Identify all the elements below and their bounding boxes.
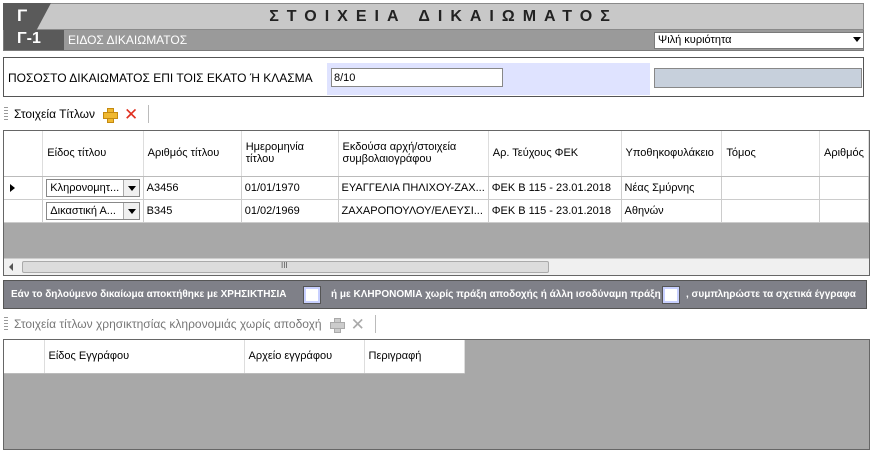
section-title-bar: Γ ΣΤΟΙΧΕΙΑ ΔΙΚΑΙΩΜΑΤΟΣ	[3, 3, 864, 30]
add-icon[interactable]	[329, 317, 345, 333]
toolbar-separator	[374, 315, 376, 333]
add-icon[interactable]	[103, 107, 119, 123]
row-selector[interactable]	[4, 176, 44, 200]
row-header-corner	[4, 340, 45, 374]
titles-table: Είδος τίτλου Αριθμός τίτλου Ημερομηνία τ…	[4, 131, 869, 223]
chevron-down-icon[interactable]	[122, 202, 139, 219]
titles-grid: Είδος τίτλου Αριθμός τίτλου Ημερομηνία τ…	[3, 130, 870, 276]
documents-toolbar-label: Στοιχεία τίτλων χρησικτησίας κληρονομιάς…	[14, 317, 322, 331]
col-header-date[interactable]: Ημερομηνία τίτλου	[241, 131, 339, 177]
cell-type[interactable]: Δικαστική Α...	[42, 199, 144, 223]
toolbar-grip[interactable]	[4, 107, 8, 121]
cell-num[interactable]	[819, 176, 869, 200]
col-header-number[interactable]: Αριθμός τίτλου	[143, 131, 242, 177]
row-selector[interactable]	[4, 199, 44, 223]
col-header-description[interactable]: Περιγραφή	[364, 340, 465, 374]
scroll-left-icon[interactable]	[9, 263, 13, 271]
cell-registry[interactable]: Αθηνών	[621, 199, 723, 223]
cell-volume[interactable]	[721, 199, 821, 223]
toolbar-separator	[148, 105, 150, 123]
cell-fek[interactable]: ΦΕΚ Β 115 - 23.01.2018	[488, 176, 622, 200]
cell-type[interactable]: Κληρονομητ...	[42, 176, 144, 200]
delete-icon[interactable]: ✕	[351, 316, 365, 333]
current-row-icon	[10, 183, 15, 192]
percentage-label: ΠΟΣΟΣΤΟ ΔΙΚΑΙΩΜΑΤΟΣ ΕΠΙ ΤΟΙΣ ΕΚΑΤΟ Ή ΚΛΑ…	[8, 71, 313, 85]
col-header-document-type[interactable]: Είδος Εγγράφου	[44, 340, 245, 374]
title-type-combo[interactable]: Δικαστική Α...	[46, 201, 140, 220]
cell-authority[interactable]: ΖΑΧΑΡΟΠΟΥΛΟΥ/ΕΛΕΥΣΙ...	[338, 199, 489, 223]
info-text-1: Εάν το δηλούμενο δικαίωμα αποκτήθηκε με …	[11, 289, 287, 300]
cell-volume[interactable]	[721, 176, 821, 200]
col-header-registry[interactable]: Υποθηκοφυλάκειο	[621, 131, 723, 177]
cell-date[interactable]: 01/01/1970	[241, 176, 339, 200]
documents-table: Είδος Εγγράφου Αρχείο εγγράφου Περιγραφή	[4, 340, 465, 374]
cell-authority[interactable]: ΕΥΑΓΓΕΛΙΑ ΠΗΛΙΧΟΥ-ΖΑΧ...	[338, 176, 489, 200]
chevron-down-icon[interactable]	[122, 179, 139, 196]
right-type-label: ΕΙΔΟΣ ΔΙΚΑΙΩΜΑΤΟΣ	[68, 33, 188, 47]
chevron-down-icon[interactable]	[853, 37, 861, 42]
col-header-volume[interactable]: Τόμος	[721, 131, 821, 177]
percentage-readonly-field	[654, 68, 862, 88]
cell-number[interactable]: Α3456	[143, 176, 242, 200]
table-row[interactable]: Κληρονομητ... Α3456 01/01/1970 ΕΥΑΓΓΕΛΙΑ…	[4, 176, 869, 200]
titles-toolbar: Στοιχεία Τίτλων ✕	[0, 102, 150, 126]
subsection-bar: Γ-1 ΕΙΔΟΣ ΔΙΚΑΙΩΜΑΤΟΣ Ψιλή κυριότητα	[3, 30, 864, 51]
subsection-badge: Γ-1	[4, 30, 64, 50]
col-header-authority[interactable]: Εκδούσα αρχή/στοιχεία συμβολαιογράφου	[338, 131, 489, 177]
cell-num[interactable]	[819, 199, 869, 223]
percentage-panel: ΠΟΣΟΣΤΟ ΔΙΚΑΙΩΜΑΤΟΣ ΕΠΙ ΤΟΙΣ ΕΚΑΤΟ Ή ΚΛΑ…	[3, 57, 864, 97]
title-type-combo[interactable]: Κληρονομητ...	[46, 178, 140, 197]
prescription-checkbox[interactable]	[303, 286, 321, 304]
right-type-select[interactable]: Ψιλή κυριότητα	[654, 32, 864, 49]
row-header-corner	[4, 131, 44, 177]
col-header-fek[interactable]: Αρ. Τεύχους ΦΕΚ	[488, 131, 622, 177]
toolbar-grip[interactable]	[4, 317, 8, 331]
delete-icon[interactable]: ✕	[124, 106, 138, 123]
percentage-input[interactable]	[331, 68, 503, 87]
info-text-3: , συμπληρώστε τα σχετικά έγγραφα	[686, 289, 856, 300]
inheritance-checkbox[interactable]	[662, 286, 680, 304]
col-header-num[interactable]: Αριθμός	[819, 131, 869, 177]
section-header: Γ ΣΤΟΙΧΕΙΑ ΔΙΚΑΙΩΜΑΤΟΣ Γ-1 ΕΙΔΟΣ ΔΙΚΑΙΩΜ…	[3, 3, 864, 51]
info-bar: Εάν το δηλούμενο δικαίωμα αποκτήθηκε με …	[3, 280, 867, 309]
horizontal-scrollbar[interactable]: III	[4, 258, 869, 275]
cell-number[interactable]: Β345	[143, 199, 242, 223]
documents-toolbar: Στοιχεία τίτλων χρησικτησίας κληρονομιάς…	[0, 312, 376, 336]
titles-toolbar-label: Στοιχεία Τίτλων	[14, 107, 96, 121]
cell-registry[interactable]: Νέας Σμύρνης	[621, 176, 723, 200]
col-header-type[interactable]: Είδος τίτλου	[42, 131, 144, 177]
documents-grid: Είδος Εγγράφου Αρχείο εγγράφου Περιγραφή	[3, 339, 870, 450]
table-row[interactable]: Δικαστική Α... Β345 01/02/1969 ΖΑΧΑΡΟΠΟΥ…	[4, 199, 869, 223]
info-text-2: ή με ΚΛΗΡΟΝΟΜΙΑ χωρίς πράξη αποδοχής ή ά…	[331, 289, 661, 300]
cell-fek[interactable]: ΦΕΚ Β 115 - 23.01.2018	[488, 199, 622, 223]
col-header-document-file[interactable]: Αρχείο εγγράφου	[244, 340, 365, 374]
section-title: ΣΤΟΙΧΕΙΑ ΔΙΚΑΙΩΜΑΤΟΣ	[269, 8, 618, 25]
scroll-thumb[interactable]: III	[22, 261, 549, 273]
cell-date[interactable]: 01/02/1969	[241, 199, 339, 223]
